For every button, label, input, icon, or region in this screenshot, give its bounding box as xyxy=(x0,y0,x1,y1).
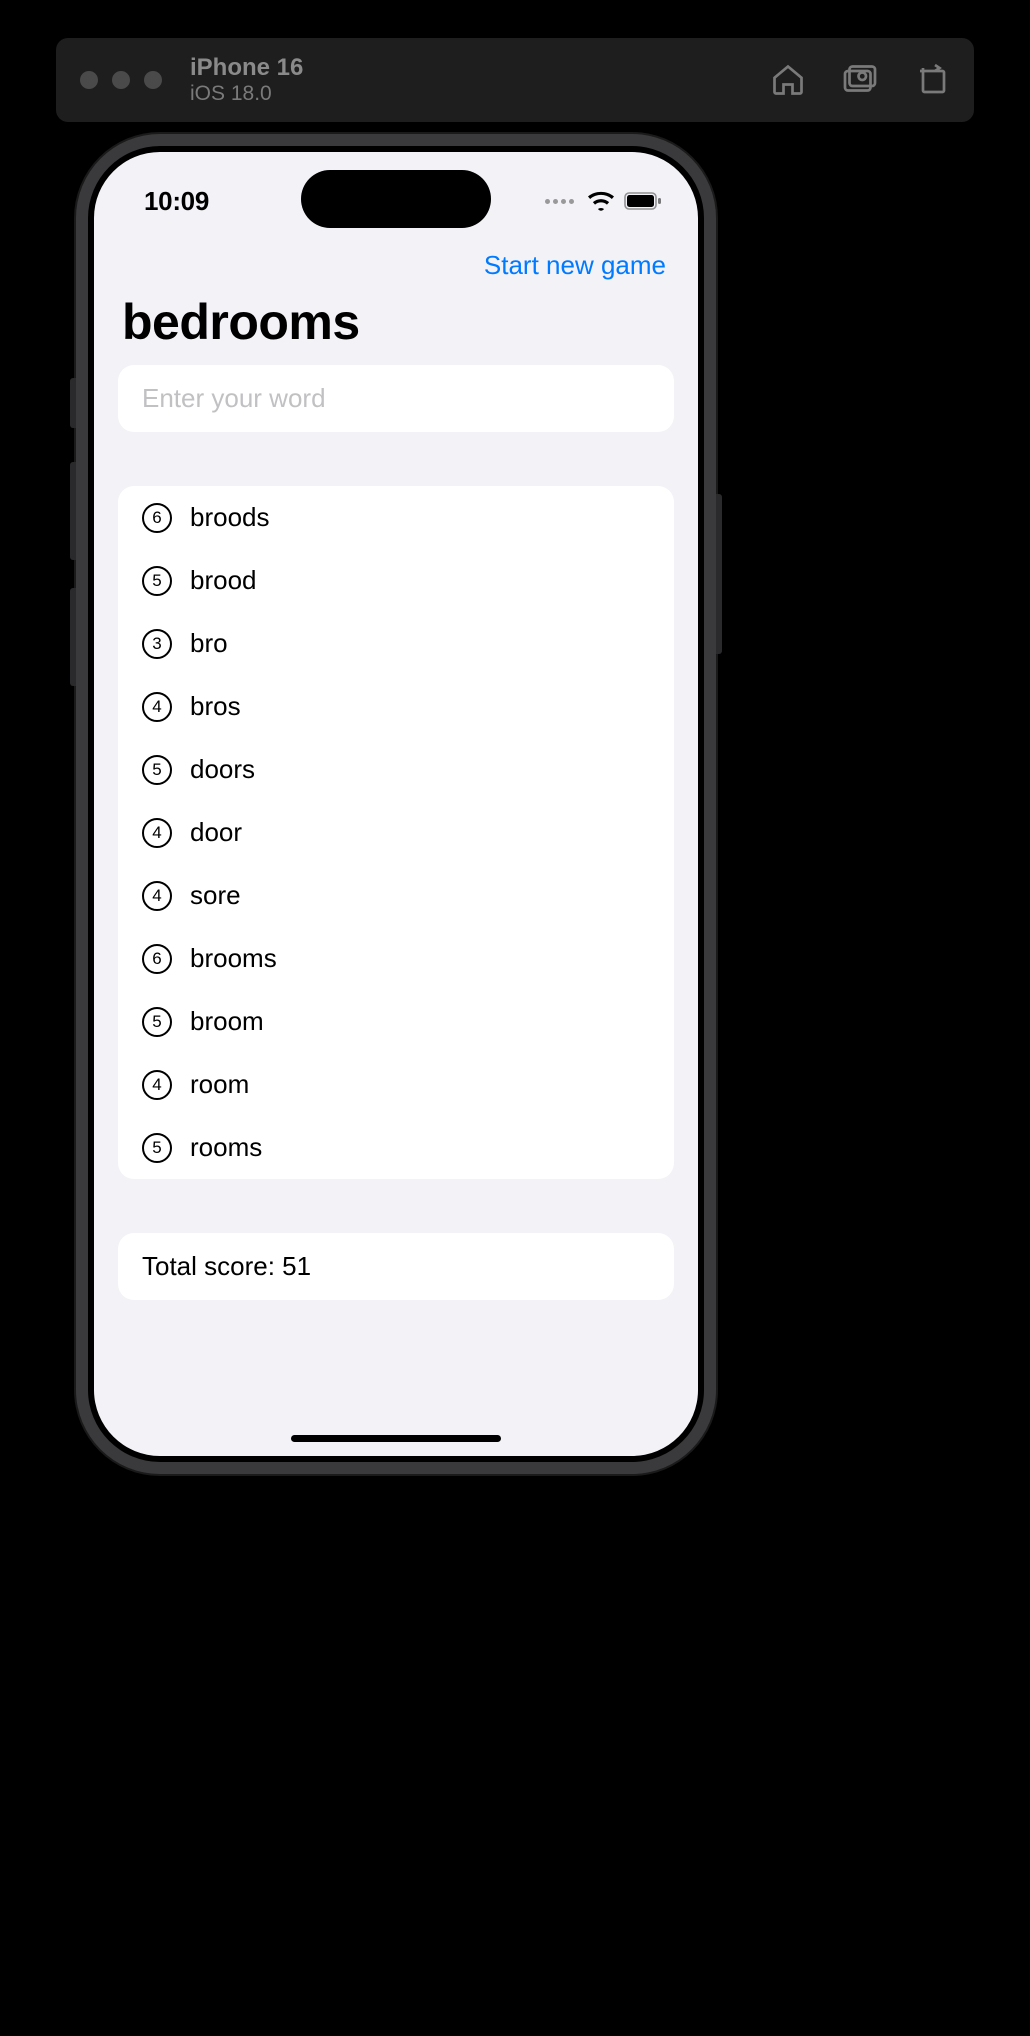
list-item: 4 bros xyxy=(118,675,674,738)
list-item: 4 room xyxy=(118,1053,674,1116)
list-item: 6 brooms xyxy=(118,927,674,990)
score-badge: 3 xyxy=(142,629,172,659)
score-badge: 6 xyxy=(142,503,172,533)
used-words-list: 6broods5brood3bro4bros5doors4door4sore6b… xyxy=(118,486,674,1179)
word-label: broom xyxy=(190,1006,264,1037)
list-item: 5 doors xyxy=(118,738,674,801)
word-label: brooms xyxy=(190,943,277,974)
list-item: 5 broom xyxy=(118,990,674,1053)
volume-up-button[interactable] xyxy=(70,462,76,560)
list-item: 3 bro xyxy=(118,612,674,675)
page-title: bedrooms xyxy=(94,293,698,365)
word-label: door xyxy=(190,817,242,848)
list-item: 5 rooms xyxy=(118,1116,674,1179)
close-window-button[interactable] xyxy=(80,71,98,89)
power-button[interactable] xyxy=(716,494,722,654)
dynamic-island xyxy=(301,170,491,228)
score-badge: 5 xyxy=(142,566,172,596)
word-label: bros xyxy=(190,691,241,722)
phone-screen: 10:09 Start new game xyxy=(94,152,698,1456)
score-badge: 6 xyxy=(142,944,172,974)
word-label: doors xyxy=(190,754,255,785)
word-label: broods xyxy=(190,502,270,533)
window-controls xyxy=(80,71,162,89)
word-input-card xyxy=(118,365,674,432)
word-input[interactable] xyxy=(142,383,650,414)
phone-frame: 10:09 Start new game xyxy=(76,134,716,1474)
list-item: 4 door xyxy=(118,801,674,864)
list-item: 5 brood xyxy=(118,549,674,612)
simulator-title-block: iPhone 16 iOS 18.0 xyxy=(190,55,303,104)
wifi-icon xyxy=(588,191,614,211)
simulator-actions xyxy=(770,62,950,98)
simulator-toolbar: iPhone 16 iOS 18.0 xyxy=(56,38,974,122)
navigation-bar: Start new game xyxy=(94,232,698,293)
start-new-game-button[interactable]: Start new game xyxy=(484,250,666,281)
minimize-window-button[interactable] xyxy=(112,71,130,89)
word-label: rooms xyxy=(190,1132,262,1163)
battery-icon xyxy=(624,192,662,210)
word-label: sore xyxy=(190,880,241,911)
simulator-device-name: iPhone 16 xyxy=(190,55,303,81)
list-item: 6 broods xyxy=(118,486,674,549)
score-badge: 5 xyxy=(142,755,172,785)
score-badge: 5 xyxy=(142,1007,172,1037)
word-label: bro xyxy=(190,628,228,659)
volume-down-button[interactable] xyxy=(70,588,76,686)
home-icon[interactable] xyxy=(770,62,806,98)
score-badge: 4 xyxy=(142,881,172,911)
word-label: room xyxy=(190,1069,249,1100)
mute-switch[interactable] xyxy=(70,378,76,428)
score-badge: 5 xyxy=(142,1133,172,1163)
total-score-label: Total score: 51 xyxy=(142,1251,650,1282)
rotate-icon[interactable] xyxy=(914,62,950,98)
score-badge: 4 xyxy=(142,1070,172,1100)
score-badge: 4 xyxy=(142,692,172,722)
list-item: 4 sore xyxy=(118,864,674,927)
score-badge: 4 xyxy=(142,818,172,848)
status-time: 10:09 xyxy=(144,186,209,217)
zoom-window-button[interactable] xyxy=(144,71,162,89)
home-indicator[interactable] xyxy=(291,1435,501,1442)
total-score-card: Total score: 51 xyxy=(118,1233,674,1300)
word-label: brood xyxy=(190,565,257,596)
cellular-icon xyxy=(545,199,574,204)
simulator-os-version: iOS 18.0 xyxy=(190,82,303,105)
screenshot-icon[interactable] xyxy=(842,62,878,98)
